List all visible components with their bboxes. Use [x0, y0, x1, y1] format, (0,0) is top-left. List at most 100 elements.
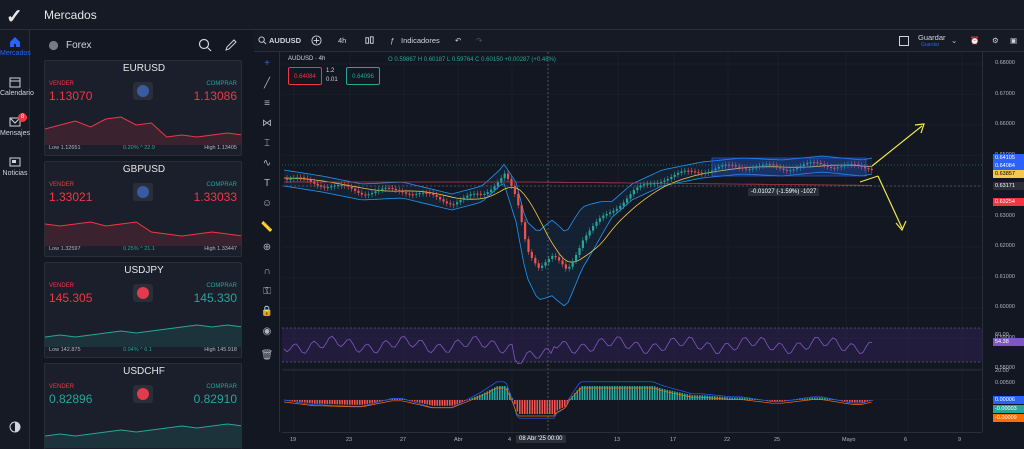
- symbol-button[interactable]: AUDUSD: [269, 36, 301, 45]
- lock-icon[interactable]: 🔒: [260, 306, 274, 318]
- time-label: 19: [290, 437, 297, 443]
- price-label: 0.68000: [995, 60, 1015, 66]
- sparkline-chart: [45, 221, 241, 246]
- buy-price[interactable]: 0.82910: [194, 392, 237, 406]
- lock-drawings-icon[interactable]: ⚿: [260, 286, 274, 298]
- text-icon[interactable]: T: [260, 178, 274, 190]
- zoom-icon[interactable]: ⊕: [260, 242, 274, 254]
- nav-label: Mensajes: [0, 130, 30, 137]
- candle: [646, 183, 649, 185]
- price-scale[interactable]: 0.680000.670000.660000.650000.640000.630…: [982, 52, 1024, 432]
- forex-header: Forex: [40, 34, 246, 58]
- pencil-icon[interactable]: [224, 38, 238, 52]
- buy-box[interactable]: 0.64096: [346, 67, 380, 85]
- redo-icon[interactable]: ↷: [476, 36, 482, 45]
- macd-bar: [419, 400, 421, 403]
- search-icon[interactable]: [198, 38, 212, 52]
- indicators-button[interactable]: Indicadores: [401, 36, 440, 45]
- candle: [371, 192, 374, 195]
- macd-bar: [691, 395, 694, 400]
- ruler-icon[interactable]: 📏: [260, 222, 274, 234]
- theme-toggle-icon[interactable]: [8, 420, 22, 434]
- candle: [408, 193, 411, 195]
- macd-bar: [444, 400, 446, 406]
- crosshair-icon[interactable]: +: [260, 58, 274, 70]
- macd-bar: [459, 400, 461, 403]
- candle: [517, 193, 520, 206]
- save-button[interactable]: Guardar: [918, 33, 946, 42]
- quote-card-usdchf[interactable]: USDCHF VENDER COMPRAR 0.82896 0.82910: [44, 363, 242, 449]
- sell-price[interactable]: 145.305: [49, 291, 92, 305]
- nav-item-mensajes[interactable]: 8 Mensajes: [0, 113, 30, 137]
- nav-item-mercados[interactable]: Mercados: [0, 36, 31, 57]
- sell-price[interactable]: 1.33021: [49, 190, 92, 204]
- time-label: 25: [774, 437, 781, 443]
- macd-bar: [321, 400, 324, 404]
- candle: [452, 204, 455, 206]
- layout-icon[interactable]: [899, 36, 909, 46]
- macd-bar: [526, 400, 529, 414]
- macd-bar: [339, 400, 341, 405]
- macd-bar: [449, 400, 451, 406]
- low-value: Low 1.12651: [49, 145, 81, 151]
- candles-icon[interactable]: [364, 35, 375, 46]
- sell-price[interactable]: 1.13070: [49, 89, 92, 103]
- candle: [292, 177, 295, 179]
- macd-bar: [769, 400, 771, 401]
- chevron-down-icon[interactable]: ⌄: [951, 36, 957, 45]
- left-nav: Mercados Calendario 8 Mensajes Noticias: [0, 30, 34, 449]
- candle: [578, 248, 581, 255]
- macd-bar: [294, 400, 296, 402]
- settings-icon[interactable]: ⚙: [992, 36, 999, 45]
- macd-bar: [479, 394, 481, 400]
- eye-icon[interactable]: ◉: [260, 326, 274, 338]
- down-arrow[interactable]: [877, 175, 903, 229]
- magnet-icon[interactable]: ∩: [260, 266, 274, 278]
- quote-card-gbpusd[interactable]: GBPUSD VENDER COMPRAR 1.33021 1.33033 Low 1.3…: [44, 161, 242, 257]
- pattern-icon[interactable]: ⋈: [260, 118, 274, 130]
- buy-price[interactable]: 1.33033: [194, 190, 237, 204]
- macd-bar: [426, 400, 429, 405]
- candle: [554, 255, 557, 258]
- candle: [469, 194, 472, 196]
- up-arrow[interactable]: [871, 125, 923, 167]
- macd-bar: [356, 400, 359, 405]
- range-rectangle[interactable]: [711, 157, 867, 177]
- check-logo[interactable]: ✓: [6, 4, 23, 29]
- trendline-icon[interactable]: ╱: [260, 78, 274, 90]
- emoji-icon[interactable]: ☺: [260, 198, 274, 210]
- candle: [493, 186, 496, 190]
- quote-card-usdjpy[interactable]: USDJPY VENDER COMPRAR 145.305 145.330 Low 142…: [44, 262, 242, 358]
- alert-icon[interactable]: ⏰: [970, 36, 979, 45]
- price-chart[interactable]: [282, 52, 982, 432]
- time-scale[interactable]: 19 23 27 Abr 4 13 17 22 25 Mayo 6 9: [282, 432, 982, 449]
- candle: [592, 225, 595, 231]
- brush-icon[interactable]: ∿: [260, 158, 274, 170]
- chart-area[interactable]: [282, 52, 982, 432]
- spread-top: 1.2: [326, 68, 335, 74]
- macd-bar: [776, 400, 779, 402]
- undo-icon[interactable]: ↶: [455, 36, 461, 45]
- projection-icon[interactable]: ⌶: [260, 138, 274, 150]
- macd-bar: [344, 400, 346, 405]
- fib-icon[interactable]: ≡: [260, 98, 274, 110]
- add-symbol-icon[interactable]: [311, 35, 322, 46]
- quote-card-eurusd[interactable]: EURUSD VENDER COMPRAR 1.13070 1.13086 Low 1.1…: [44, 60, 242, 156]
- camera-icon[interactable]: ▣: [1010, 36, 1017, 45]
- sell-label: VENDER: [49, 384, 75, 390]
- sparkline-chart: [45, 116, 241, 145]
- sell-box[interactable]: 0.64084: [288, 67, 322, 85]
- interval-button[interactable]: 4h: [338, 36, 346, 45]
- legend-symbol[interactable]: AUDUSD · 4h: [288, 56, 325, 62]
- macd-bar: [671, 390, 674, 400]
- buy-price[interactable]: 1.13086: [194, 89, 237, 103]
- indicators-icon[interactable]: ƒ: [390, 36, 394, 45]
- time-label: 27: [400, 437, 407, 443]
- sell-price[interactable]: 0.82896: [49, 392, 92, 406]
- nav-item-calendario[interactable]: Calendario: [0, 76, 34, 97]
- nav-item-noticias[interactable]: Noticias: [0, 156, 30, 177]
- search-icon[interactable]: [258, 36, 267, 45]
- buy-price[interactable]: 145.330: [194, 291, 237, 305]
- trash-icon[interactable]: 🗑: [260, 350, 274, 362]
- candle: [323, 186, 326, 188]
